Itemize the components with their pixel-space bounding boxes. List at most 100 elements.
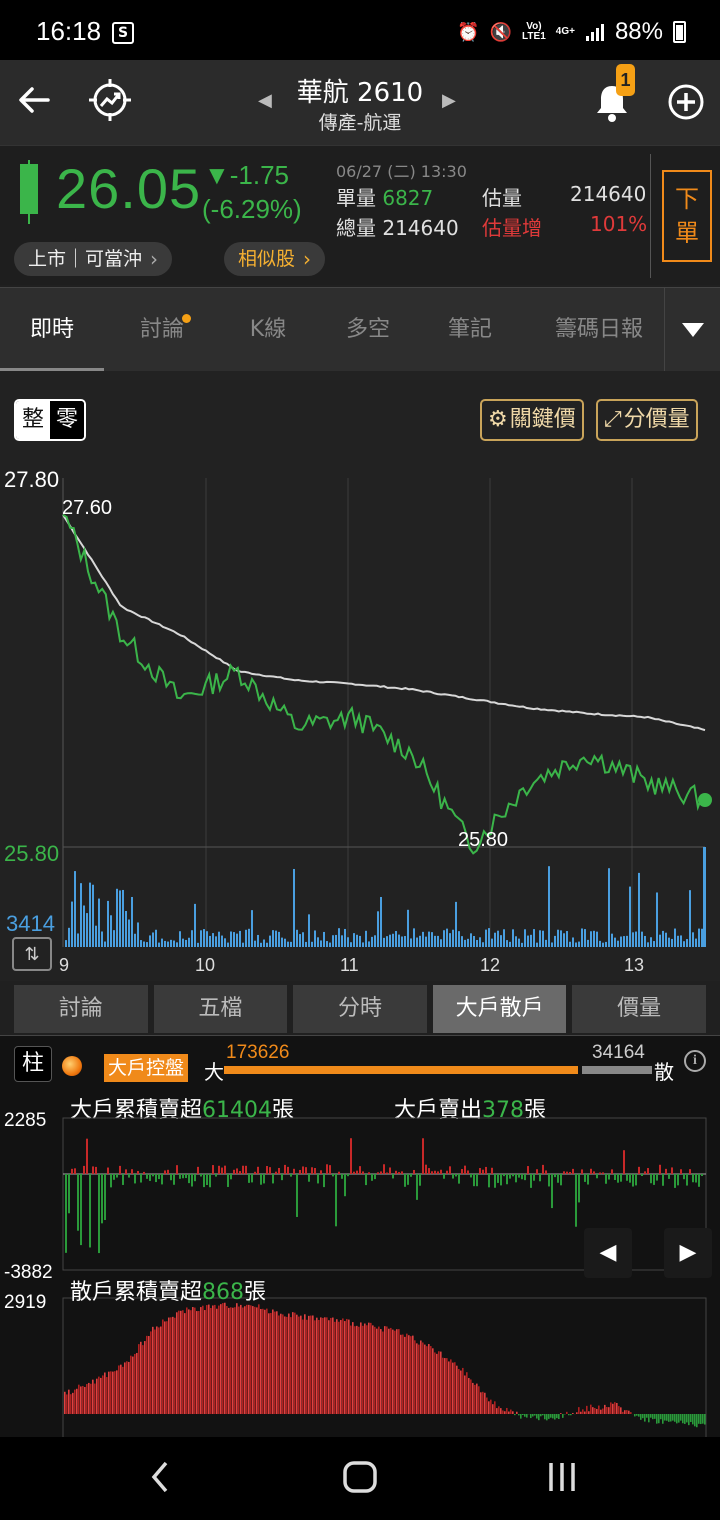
- retail-buy-bar: [256, 1307, 258, 1414]
- sub-tabs: 討論 五檔 分時 大戶散戶 價量: [14, 985, 706, 1033]
- retail-buy-bar: [422, 1342, 424, 1414]
- est-volume: 214640: [570, 182, 647, 206]
- retail-buy-bar: [178, 1310, 180, 1414]
- retail-buy-bar: [328, 1320, 330, 1414]
- place-order-button[interactable]: 下單: [662, 170, 712, 262]
- volume-bar: [482, 942, 484, 947]
- lot-toggle[interactable]: 整 零: [14, 399, 86, 441]
- big-sell-bar: [524, 1174, 526, 1181]
- retail-buy-bar: [432, 1348, 434, 1414]
- big-sell-bar: [515, 1174, 517, 1183]
- big-buy-bar: [71, 1168, 73, 1174]
- retail-buy-bar: [320, 1317, 322, 1414]
- retail-buy-bar: [462, 1367, 464, 1414]
- retail-buy-bar: [614, 1402, 616, 1414]
- retail-sell-bar: [534, 1414, 536, 1416]
- big-buy-bar: [572, 1168, 574, 1174]
- volume-bar: [251, 910, 253, 947]
- volume-bar: [599, 940, 601, 947]
- retail-buy-bar: [220, 1304, 222, 1414]
- system-home-icon[interactable]: [342, 1457, 378, 1497]
- big-buy-bar: [665, 1168, 667, 1174]
- big-buy-bar: [431, 1171, 433, 1174]
- prev-chart-button[interactable]: ◀: [584, 1228, 632, 1278]
- next-chart-button[interactable]: ▶: [664, 1228, 712, 1278]
- big-sell-bar: [443, 1174, 445, 1179]
- tab-notes[interactable]: 筆記: [418, 288, 522, 372]
- volume-bar: [260, 942, 262, 947]
- tab-chip-report[interactable]: 籌碼日報: [540, 288, 658, 372]
- est-volume-label: 估量: [482, 186, 522, 210]
- system-back-icon[interactable]: [146, 1457, 174, 1497]
- retail-buy-bar: [500, 1408, 502, 1414]
- market-chip[interactable]: 上市｜可當沖 ›: [14, 242, 173, 276]
- tab-bull-bear[interactable]: 多空: [316, 288, 420, 372]
- tab-kline[interactable]: K線: [216, 288, 320, 372]
- tab-realtime[interactable]: 即時: [0, 288, 104, 372]
- volume-bar: [113, 930, 115, 947]
- price-chart-svg[interactable]: [0, 451, 720, 951]
- retail-buy-bar: [266, 1308, 268, 1414]
- retail-buy-bar: [342, 1318, 344, 1414]
- volume-bar: [575, 942, 577, 947]
- volume-bar: [347, 937, 349, 947]
- subtab-time-sales[interactable]: 分時: [293, 985, 427, 1033]
- big-buy-bar: [218, 1165, 220, 1174]
- subtab-order-book[interactable]: 五檔: [153, 985, 288, 1033]
- big-buy-bar: [482, 1169, 484, 1174]
- volume-bar: [236, 933, 238, 947]
- volume-bar: [683, 941, 685, 947]
- tab-dropdown[interactable]: [664, 288, 720, 372]
- big-buy-bar: [659, 1164, 661, 1174]
- volume-bar: [242, 942, 244, 947]
- volume-bar: [548, 866, 550, 947]
- system-recents-icon[interactable]: [546, 1457, 578, 1497]
- big-buy-bar: [242, 1165, 244, 1174]
- subtab-price-volume[interactable]: 價量: [572, 985, 706, 1033]
- big-sell-bar: [113, 1174, 115, 1180]
- retail-sell-bar: [704, 1414, 706, 1425]
- big-sell-bar: [584, 1174, 586, 1182]
- similar-stocks-chip[interactable]: 相似股 ›: [224, 242, 326, 276]
- retail-buy-bar: [232, 1307, 234, 1414]
- subtab-discussion[interactable]: 討論: [14, 985, 148, 1033]
- big-sell-bar: [101, 1174, 103, 1224]
- retail-buy-bar: [280, 1313, 282, 1414]
- subtab-big-vs-retail[interactable]: 大戶散戶: [432, 985, 567, 1033]
- big-buy-bar: [245, 1165, 247, 1174]
- big-sell-bar: [206, 1174, 208, 1186]
- odd-lot-option[interactable]: 零: [50, 401, 84, 439]
- whole-lot-option[interactable]: 整: [16, 401, 50, 439]
- retail-buy-bar: [414, 1340, 416, 1414]
- retail-buy-bar: [346, 1318, 348, 1414]
- retail-buy-bar: [68, 1389, 70, 1414]
- retail-buy-bar: [170, 1317, 172, 1414]
- retail-buy-bar: [498, 1406, 500, 1414]
- big-buy-bar: [350, 1138, 352, 1174]
- big-buy-bar: [644, 1171, 646, 1174]
- retail-buy-bar: [352, 1322, 354, 1414]
- big-buy-bar: [236, 1168, 238, 1174]
- big-buy-bar: [302, 1166, 304, 1174]
- big-sell-bar: [110, 1174, 112, 1188]
- retail-sell-bar: [634, 1414, 636, 1417]
- volume-bar: [401, 936, 403, 947]
- big-sell-bar: [308, 1174, 310, 1182]
- volume-bar: [215, 936, 217, 947]
- retail-buy-bar: [488, 1401, 490, 1414]
- retail-sell-bar: [666, 1414, 668, 1421]
- volume-bar: [317, 937, 319, 947]
- retail-buy-bar: [66, 1394, 68, 1414]
- tab-discussion[interactable]: 討論: [110, 288, 214, 372]
- big-buy-bar: [689, 1169, 691, 1174]
- next-stock-icon[interactable]: ▶: [442, 90, 456, 111]
- volume-bar: [647, 942, 649, 947]
- retail-sell-bar: [688, 1414, 690, 1426]
- key-price-button[interactable]: ⚙ 關鍵價: [480, 399, 584, 441]
- volume-bar: [107, 900, 109, 947]
- retail-buy-bar: [118, 1365, 120, 1414]
- price-volume-button[interactable]: ⤢ 分價量: [596, 399, 698, 441]
- add-icon[interactable]: [666, 82, 706, 122]
- retail-buy-bar: [490, 1399, 492, 1414]
- swap-icon[interactable]: ⇅: [12, 937, 52, 971]
